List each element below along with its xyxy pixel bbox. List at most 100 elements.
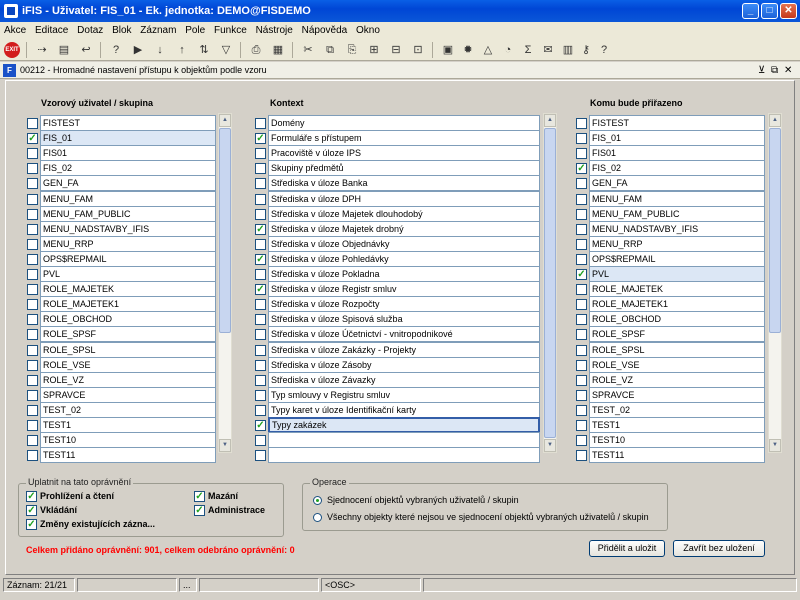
template-user-checkbox[interactable]	[27, 253, 38, 265]
template-user-name-field[interactable]: MENU_FAM	[40, 190, 216, 207]
context-checkbox[interactable]: ✓	[255, 133, 266, 145]
template-user-name-field[interactable]: FIS_02	[40, 160, 216, 177]
form-minimize-icon[interactable]: ⊻	[758, 62, 765, 79]
perm-delete[interactable]: ✓ Mazání	[194, 490, 280, 503]
context-checkbox[interactable]	[255, 208, 266, 220]
target-user-checkbox[interactable]	[576, 253, 587, 265]
template-user-name-field[interactable]: TEST1	[40, 417, 216, 433]
target-user-checkbox[interactable]	[576, 118, 587, 129]
form-restore-icon[interactable]: ⧉	[771, 62, 778, 79]
context-checkbox[interactable]	[255, 359, 266, 371]
target-user-name-field[interactable]: ROLE_VSE	[589, 356, 765, 373]
perm-view[interactable]: ✓ Prohlížení a čtení	[26, 490, 186, 503]
template-user-name-field[interactable]: FISTEST	[40, 115, 216, 131]
template-user-checkbox[interactable]	[27, 450, 38, 462]
op-other[interactable]: Všechny objekty které nejsou ve sjednoce…	[313, 511, 663, 524]
context-name-field[interactable]: Střediska v úloze Majetek drobný	[268, 220, 540, 237]
context-name-field[interactable]: Střediska v úloze Majetek dlouhodobý	[268, 205, 540, 222]
context-checkbox[interactable]	[255, 389, 266, 401]
template-user-checkbox[interactable]	[27, 223, 38, 235]
scroll-down-icon[interactable]: ▼	[769, 439, 781, 452]
scroll-down-icon[interactable]: ▼	[219, 439, 231, 452]
target-user-name-field[interactable]: ROLE_MAJETEK	[589, 281, 765, 298]
undo-icon[interactable]: ↩	[78, 42, 94, 58]
target-user-name-field[interactable]: FIS_01	[589, 130, 765, 147]
assign-save-button[interactable]: Přidělit a uložit	[589, 540, 665, 557]
template-user-name-field[interactable]: ROLE_VSE	[40, 356, 216, 373]
close-window-button[interactable]: ✕	[780, 3, 797, 19]
context-name-field[interactable]: Střediska v úloze Pohledávky	[268, 250, 540, 267]
context-name-field[interactable]: Střediska v úloze Závazky	[268, 371, 540, 388]
copy-icon[interactable]: ⧉	[322, 42, 338, 58]
template-user-name-field[interactable]: FIS01	[40, 145, 216, 162]
menu-akce[interactable]: Akce	[4, 25, 26, 36]
template-user-name-field[interactable]: TEST10	[40, 432, 216, 449]
scroll-up-icon[interactable]: ▲	[769, 114, 781, 127]
context-checkbox[interactable]	[255, 299, 266, 311]
exit-icon[interactable]: EXIT	[4, 42, 20, 58]
target-user-checkbox[interactable]	[576, 374, 587, 386]
context-checkbox[interactable]: ✓	[255, 253, 266, 265]
target-user-name-field[interactable]: TEST10	[589, 432, 765, 449]
template-user-checkbox[interactable]	[27, 284, 38, 296]
target-user-checkbox[interactable]	[576, 435, 587, 447]
target-user-checkbox[interactable]	[576, 299, 587, 311]
template-user-name-field[interactable]: TEST_02	[40, 401, 216, 418]
target-user-name-field[interactable]: MENU_NADSTAVBY_IFIS	[589, 220, 765, 237]
context-checkbox[interactable]	[255, 329, 266, 341]
template-user-checkbox[interactable]	[27, 435, 38, 447]
target-user-checkbox[interactable]	[576, 133, 587, 145]
target-user-name-field[interactable]: FISTEST	[589, 115, 765, 131]
template-user-checkbox[interactable]	[27, 404, 38, 416]
template-user-name-field[interactable]: ROLE_SPSF	[40, 326, 216, 343]
target-user-checkbox[interactable]	[576, 178, 587, 190]
template-user-name-field[interactable]: MENU_FAM_PUBLIC	[40, 205, 216, 222]
context-checkbox[interactable]	[255, 404, 266, 416]
context-checkbox[interactable]: ✓	[255, 223, 266, 235]
sort-icon[interactable]: ⇅	[196, 42, 212, 58]
perm-update-checkbox[interactable]: ✓	[26, 519, 37, 530]
context-name-field[interactable]: Domény	[268, 115, 540, 131]
col2-scrollbar[interactable]: ▲ ▼	[543, 113, 557, 453]
context-checkbox[interactable]	[255, 435, 266, 447]
perm-admin[interactable]: ✓ Administrace	[194, 504, 280, 517]
context-checkbox[interactable]: ✓	[255, 420, 266, 431]
template-user-name-field[interactable]: MENU_RRP	[40, 235, 216, 252]
scroll-thumb[interactable]	[769, 128, 781, 333]
save-icon[interactable]: ⇢	[34, 42, 50, 58]
clock-icon[interactable]: ◔	[500, 42, 516, 58]
mail-icon[interactable]: ✉	[540, 42, 556, 58]
context-checkbox[interactable]	[255, 238, 266, 250]
template-user-checkbox[interactable]	[27, 389, 38, 401]
template-user-name-field[interactable]: ROLE_SPSL	[40, 341, 216, 358]
template-user-name-field[interactable]: OPS$REPMAIL	[40, 250, 216, 267]
target-user-checkbox[interactable]: ✓	[576, 163, 587, 175]
context-name-field[interactable]: Typ smlouvy v Registru smluv	[268, 386, 540, 403]
filter-icon[interactable]: ▽	[218, 42, 234, 58]
menu-blok[interactable]: Blok	[112, 25, 131, 36]
target-user-name-field[interactable]: ROLE_MAJETEK1	[589, 296, 765, 313]
context-name-field[interactable]: Střediska v úloze Účetnictví - vnitropod…	[268, 326, 540, 343]
template-user-checkbox[interactable]	[27, 359, 38, 371]
template-user-checkbox[interactable]	[27, 178, 38, 190]
context-checkbox[interactable]: ✓	[255, 284, 266, 296]
template-user-name-field[interactable]: MENU_NADSTAVBY_IFIS	[40, 220, 216, 237]
template-user-checkbox[interactable]	[27, 344, 38, 356]
context-name-field[interactable]: Střediska v úloze Objednávky	[268, 235, 540, 252]
target-user-name-field[interactable]: SPRAVCE	[589, 386, 765, 403]
target-user-name-field[interactable]: ROLE_OBCHOD	[589, 311, 765, 328]
target-user-checkbox[interactable]	[576, 344, 587, 356]
cut-icon[interactable]: ✂	[300, 42, 316, 58]
context-name-field[interactable]: Typy zakázek	[268, 417, 540, 433]
delete-record-icon[interactable]: ⊟	[388, 42, 404, 58]
context-checkbox[interactable]	[255, 148, 266, 160]
op-other-radio[interactable]	[313, 513, 322, 522]
target-user-checkbox[interactable]	[576, 238, 587, 250]
paste-icon[interactable]: ⎘	[344, 42, 360, 58]
target-user-checkbox[interactable]	[576, 314, 587, 326]
context-checkbox[interactable]	[255, 118, 266, 129]
menu-zaznam[interactable]: Záznam	[140, 25, 176, 36]
context-name-field[interactable]: Střediska v úloze DPH	[268, 190, 540, 207]
context-checkbox[interactable]	[255, 344, 266, 356]
perm-delete-checkbox[interactable]: ✓	[194, 491, 205, 502]
